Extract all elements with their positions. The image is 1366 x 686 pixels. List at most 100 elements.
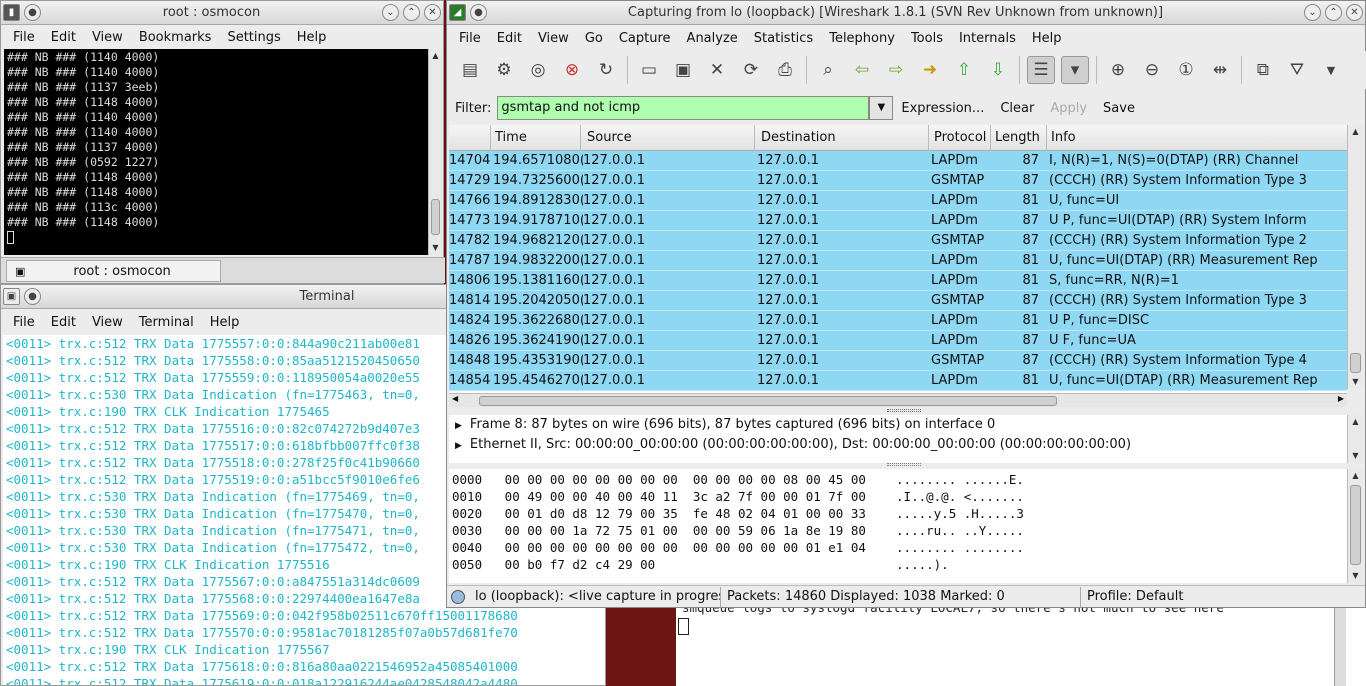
- scroll-thumb[interactable]: [1350, 353, 1361, 373]
- wireshark-titlebar[interactable]: ◢ ● Capturing from lo (loopback) [Wiresh…: [447, 1, 1365, 25]
- scroll-down-icon[interactable]: ▼: [1348, 449, 1363, 463]
- scroll-up-icon[interactable]: ▲: [1348, 469, 1363, 483]
- menu-file[interactable]: File: [451, 31, 489, 46]
- packet-row[interactable]: 14854 195.4546270(127.0.0.1 127.0.0.1 LAPDm…: [449, 371, 1347, 391]
- resize-columns-icon[interactable]: ⇹: [1206, 56, 1234, 84]
- close-file-icon[interactable]: ✕: [703, 56, 731, 84]
- menu-bookmarks[interactable]: Bookmarks: [131, 30, 220, 45]
- menu-capture[interactable]: Capture: [611, 31, 679, 46]
- packet-row[interactable]: 14773 194.9178710(127.0.0.1 127.0.0.1 LAPDm…: [449, 211, 1347, 231]
- expand-arrow-icon[interactable]: ▶: [455, 441, 462, 451]
- status-profile[interactable]: Profile: Default: [1081, 587, 1189, 607]
- scroll-thumb[interactable]: [1350, 485, 1361, 565]
- menu-go[interactable]: Go: [577, 31, 611, 46]
- scroll-up-icon[interactable]: ▲: [1348, 415, 1363, 429]
- menu-view[interactable]: View: [84, 315, 131, 330]
- scroll-right-icon[interactable]: ▶: [1338, 394, 1344, 403]
- menu-file[interactable]: File: [5, 315, 43, 330]
- save-filter-button[interactable]: Save: [1103, 101, 1135, 116]
- colorize-icon[interactable]: ☰: [1027, 56, 1055, 84]
- konsole-titlebar[interactable]: ▮ ● root : osmocon ⌄ ⌃ ✕: [1, 1, 443, 25]
- print-icon[interactable]: ⎙: [771, 56, 799, 84]
- save-file-icon[interactable]: ▣: [669, 56, 697, 84]
- hscroll-thumb[interactable]: [479, 396, 1057, 406]
- start-capture-icon[interactable]: ◎: [524, 56, 552, 84]
- menu-view[interactable]: View: [530, 31, 577, 46]
- go-to-packet-icon[interactable]: ➜: [916, 56, 944, 84]
- last-packet-icon[interactable]: ⇩: [984, 56, 1012, 84]
- packet-row[interactable]: 14814 195.2042050(127.0.0.1 127.0.0.1 GSMTA…: [449, 291, 1347, 311]
- terminal-app-icon[interactable]: ▣: [3, 288, 20, 305]
- menu-analyze[interactable]: Analyze: [679, 31, 746, 46]
- maximize-button[interactable]: ⌃: [1325, 4, 1342, 21]
- scroll-down-icon[interactable]: ▼: [1348, 375, 1363, 389]
- menu-help[interactable]: Help: [289, 30, 335, 45]
- packet-row[interactable]: 14704 194.6571080(127.0.0.1 127.0.0.1 LAPDm…: [449, 151, 1347, 171]
- display-filters-icon[interactable]: ⛛: [1283, 56, 1311, 84]
- pane-splitter[interactable]: [887, 463, 921, 466]
- stop-capture-icon[interactable]: ⊗: [558, 56, 586, 84]
- menu-edit[interactable]: Edit: [489, 31, 530, 46]
- close-button[interactable]: ✕: [424, 4, 441, 21]
- pin-icon[interactable]: ●: [470, 4, 487, 21]
- packet-row[interactable]: 14782 194.9682120(127.0.0.1 127.0.0.1 GSMTA…: [449, 231, 1347, 251]
- pane-splitter[interactable]: [887, 409, 921, 412]
- menu-terminal[interactable]: Terminal: [131, 315, 202, 330]
- scroll-left-icon[interactable]: ◀: [452, 394, 458, 403]
- maximize-button[interactable]: ⌃: [403, 4, 420, 21]
- menu-help[interactable]: Help: [1024, 31, 1070, 46]
- menu-file[interactable]: File: [5, 30, 43, 45]
- expert-info-icon[interactable]: [451, 589, 465, 604]
- konsole-tab[interactable]: ▣ root : osmocon: [6, 260, 221, 282]
- packet-row[interactable]: 14826 195.3624190(127.0.0.1 127.0.0.1 LAPDm…: [449, 331, 1347, 351]
- expand-arrow-icon[interactable]: ▶: [455, 421, 462, 431]
- menu-internals[interactable]: Internals: [951, 31, 1024, 46]
- go-back-icon[interactable]: ⇦: [848, 56, 876, 84]
- open-file-icon[interactable]: ▭: [635, 56, 663, 84]
- normal-size-icon[interactable]: ①: [1172, 56, 1200, 84]
- background-scrollbar[interactable]: [1334, 600, 1346, 686]
- column-source[interactable]: Source: [581, 125, 755, 151]
- wireshark-app-icon[interactable]: ◢: [449, 4, 466, 21]
- packet-row[interactable]: 14848 195.4353190(127.0.0.1 127.0.0.1 GSMTA…: [449, 351, 1347, 371]
- menu-help[interactable]: Help: [202, 315, 248, 330]
- menu-view[interactable]: View: [84, 30, 131, 45]
- packet-row[interactable]: 14766 194.8912830(127.0.0.1 127.0.0.1 LAPDm…: [449, 191, 1347, 211]
- konsole-scrollbar[interactable]: ▲ ▼: [428, 49, 442, 255]
- display-filter-input[interactable]: gsmtap and not icmp: [497, 96, 870, 120]
- konsole-app-icon[interactable]: ▮: [3, 4, 20, 21]
- capture-options-icon[interactable]: ⚙: [490, 56, 518, 84]
- filter-dropdown-icon[interactable]: ▼: [869, 96, 894, 120]
- column-protocol[interactable]: Protocol: [929, 125, 991, 151]
- zoom-out-icon[interactable]: ⊖: [1138, 56, 1166, 84]
- minimize-button[interactable]: ⌄: [1304, 4, 1321, 21]
- scroll-up-icon[interactable]: ▲: [1348, 125, 1363, 139]
- menu-edit[interactable]: Edit: [43, 315, 84, 330]
- packet-list-scrollbar[interactable]: ▲ ▼: [1347, 125, 1363, 389]
- close-button[interactable]: ✕: [1346, 4, 1363, 21]
- find-packet-icon[interactable]: ⌕: [814, 56, 842, 84]
- pin-icon[interactable]: ●: [24, 288, 41, 305]
- detail-frame[interactable]: ▶ Frame 8: 87 bytes on wire (696 bits), 8…: [449, 415, 1347, 435]
- column-time[interactable]: Time: [491, 125, 581, 151]
- bytes-scrollbar[interactable]: ▲ ▼: [1347, 469, 1363, 583]
- column-no[interactable]: [449, 125, 491, 151]
- packet-list-hscrollbar[interactable]: ◀ ▶: [449, 393, 1347, 407]
- column-length[interactable]: Length: [991, 125, 1047, 151]
- pin-icon[interactable]: ●: [24, 4, 41, 21]
- konsole-terminal-output[interactable]: ### NB ### (1140 4000) ### NB ### (1140 4…: [4, 49, 428, 255]
- interfaces-icon[interactable]: ▤: [456, 56, 484, 84]
- minimize-button[interactable]: ⌄: [382, 4, 399, 21]
- packet-row[interactable]: 14806 195.1381160(127.0.0.1 127.0.0.1 LAPDm…: [449, 271, 1347, 291]
- menu-settings[interactable]: Settings: [219, 30, 288, 45]
- packet-row[interactable]: 14787 194.9832200(127.0.0.1 127.0.0.1 LAPDm…: [449, 251, 1347, 271]
- scroll-thumb[interactable]: [431, 199, 440, 235]
- first-packet-icon[interactable]: ⇧: [950, 56, 978, 84]
- scroll-down-icon[interactable]: ▼: [429, 241, 442, 255]
- packet-bytes[interactable]: 0000 00 00 00 00 00 00 00 00 00 00 00 00…: [449, 469, 1347, 583]
- reload-icon[interactable]: ⟳: [737, 56, 765, 84]
- auto-scroll-icon[interactable]: ▾: [1061, 56, 1089, 84]
- menu-tools[interactable]: Tools: [903, 31, 951, 46]
- scroll-down-icon[interactable]: ▼: [1348, 569, 1363, 583]
- scroll-up-icon[interactable]: ▲: [429, 49, 442, 63]
